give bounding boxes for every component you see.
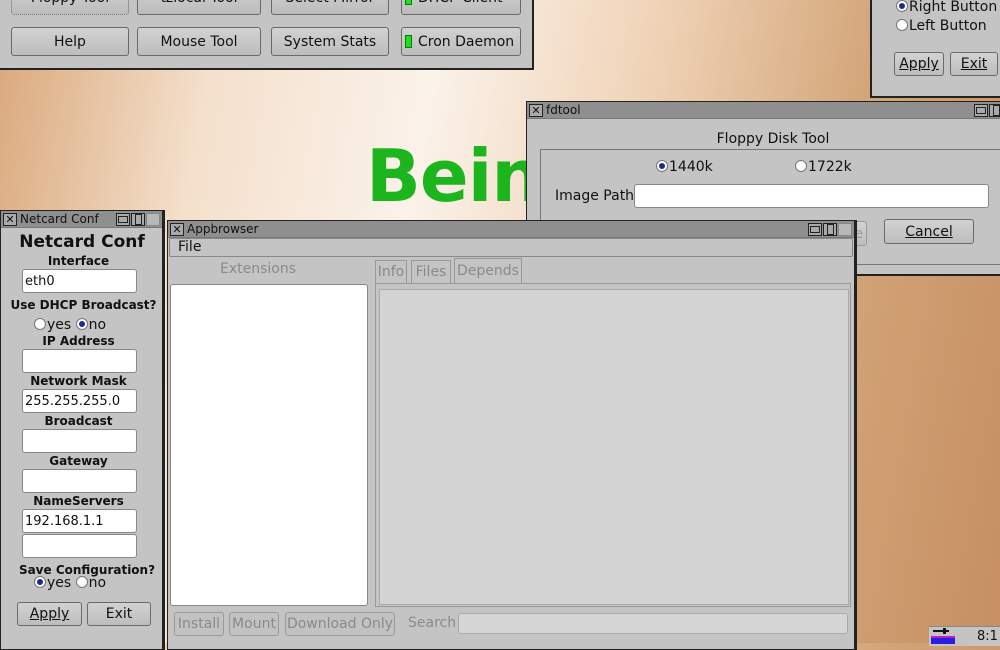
select-mirror-button[interactable]: Select Mirror bbox=[271, 0, 389, 15]
dhcp-options: yes no bbox=[34, 317, 106, 333]
size-1440k-option[interactable]: 1440k bbox=[656, 159, 713, 175]
dhcp-yes-option[interactable]: yes bbox=[34, 317, 71, 333]
nameserver2-input[interactable] bbox=[22, 534, 137, 558]
fdtool-cancel-button[interactable]: Cancel bbox=[884, 219, 974, 244]
size-1440k-radio[interactable] bbox=[656, 160, 668, 172]
save-yes-option[interactable]: yes bbox=[34, 575, 71, 591]
save-options: yes no bbox=[34, 575, 106, 591]
tab-depends[interactable]: Depends bbox=[454, 258, 522, 283]
floppy-tool-button[interactable]: Floppy Tool bbox=[11, 0, 129, 15]
interface-input[interactable]: eth0 bbox=[22, 269, 137, 293]
broadcast-input[interactable] bbox=[22, 429, 137, 453]
desktop-banner: Bein bbox=[366, 134, 543, 218]
mouse-tool-window: Right Button Left Button Apply Exit bbox=[870, 0, 1000, 98]
gateway-input[interactable] bbox=[22, 469, 137, 493]
maximize-icon[interactable] bbox=[989, 103, 1000, 117]
maximize-icon[interactable] bbox=[823, 222, 837, 236]
tab-content-area bbox=[379, 289, 849, 605]
tab-files[interactable]: Files bbox=[411, 260, 451, 283]
right-button-radio[interactable] bbox=[896, 0, 908, 12]
mouse-tool-button[interactable]: Mouse Tool bbox=[137, 27, 261, 56]
image-path-label: Image Path: bbox=[555, 188, 639, 204]
menu-bar: File bbox=[169, 238, 853, 257]
save-yes-radio[interactable] bbox=[34, 576, 46, 588]
tab-content-frame bbox=[375, 283, 851, 607]
dhcp-no-option[interactable]: no bbox=[75, 317, 106, 333]
extensions-list[interactable] bbox=[170, 284, 368, 606]
dhcp-no-radio[interactable] bbox=[75, 318, 88, 330]
image-path-input[interactable] bbox=[634, 184, 989, 208]
appbrowser-window: ✕ Appbrowser File Extensions Info Files … bbox=[167, 220, 857, 650]
mount-button[interactable]: Mount bbox=[229, 612, 279, 636]
nameserver1-input[interactable]: 192.168.1.1 bbox=[22, 509, 137, 533]
netcard-exit-button[interactable]: Exit bbox=[87, 602, 151, 626]
broadcast-label: Broadcast bbox=[44, 414, 113, 428]
close-icon[interactable]: ✕ bbox=[529, 103, 543, 117]
cron-status-led bbox=[405, 35, 412, 48]
netcard-apply-button[interactable]: Apply bbox=[17, 602, 82, 626]
search-input[interactable] bbox=[458, 613, 848, 634]
download-only-button[interactable]: Download Only bbox=[285, 612, 395, 636]
shade-icon[interactable] bbox=[146, 212, 160, 226]
gateway-label: Gateway bbox=[49, 454, 108, 468]
netcard-heading: Netcard Conf bbox=[19, 232, 145, 252]
save-no-option[interactable]: no bbox=[75, 575, 106, 591]
fdtool-heading: Floppy Disk Tool bbox=[716, 131, 830, 147]
ip-address-input[interactable] bbox=[22, 349, 137, 373]
clock: 8:1 bbox=[977, 629, 998, 644]
ip-address-label: IP Address bbox=[42, 334, 115, 348]
minimize-icon[interactable] bbox=[974, 103, 988, 117]
extensions-label: Extensions bbox=[219, 261, 297, 277]
close-icon[interactable]: ✕ bbox=[170, 222, 184, 236]
network-tray-icon[interactable] bbox=[931, 628, 957, 645]
minimize-icon[interactable] bbox=[808, 222, 822, 236]
dhcp-client-button[interactable]: DHCP Client bbox=[401, 0, 521, 15]
help-button[interactable]: Help bbox=[11, 27, 129, 56]
minimize-icon[interactable] bbox=[116, 212, 130, 226]
close-icon[interactable]: ✕ bbox=[3, 212, 17, 226]
network-mask-label: Network Mask bbox=[30, 374, 127, 388]
fdtool-titlebar[interactable]: ✕ fdtool bbox=[527, 102, 1000, 119]
netcard-titlebar[interactable]: ✕ Netcard Conf bbox=[1, 211, 162, 228]
right-button-option[interactable]: Right Button bbox=[896, 0, 997, 15]
left-button-radio[interactable] bbox=[896, 19, 908, 31]
nameservers-label: NameServers bbox=[33, 494, 124, 508]
control-panel-window: Floppy Tool tzlocal Tool Select Mirror D… bbox=[0, 0, 534, 70]
tab-info[interactable]: Info bbox=[375, 260, 407, 283]
taskbar: 8:1 bbox=[929, 626, 1000, 646]
dhcp-yes-radio[interactable] bbox=[34, 318, 46, 330]
install-button[interactable]: Install bbox=[174, 612, 224, 636]
left-button-option[interactable]: Left Button bbox=[896, 18, 987, 34]
menu-file[interactable]: File bbox=[178, 239, 201, 255]
appbrowser-titlebar[interactable]: ✕ Appbrowser bbox=[168, 221, 854, 238]
network-mask-input[interactable]: 255.255.255.0 bbox=[22, 389, 137, 413]
maximize-icon[interactable] bbox=[131, 212, 145, 226]
cron-daemon-button[interactable]: Cron Daemon bbox=[401, 27, 521, 56]
mouse-exit-button[interactable]: Exit bbox=[950, 52, 998, 76]
size-1722k-option[interactable]: 1722k bbox=[795, 159, 852, 175]
interface-label: Interface bbox=[47, 254, 110, 268]
size-1722k-radio[interactable] bbox=[795, 160, 807, 172]
mouse-apply-button[interactable]: Apply bbox=[894, 52, 944, 76]
system-stats-button[interactable]: System Stats bbox=[271, 27, 389, 56]
save-no-radio[interactable] bbox=[75, 576, 88, 588]
netcard-window: ✕ Netcard Conf Netcard Conf Interface et… bbox=[0, 210, 165, 650]
shade-icon[interactable] bbox=[838, 222, 852, 236]
dhcp-label: Use DHCP Broadcast? bbox=[10, 298, 157, 312]
dhcp-status-led bbox=[405, 0, 412, 5]
search-label: Search bbox=[408, 615, 457, 631]
tzlocal-tool-button[interactable]: tzlocal Tool bbox=[137, 0, 261, 15]
